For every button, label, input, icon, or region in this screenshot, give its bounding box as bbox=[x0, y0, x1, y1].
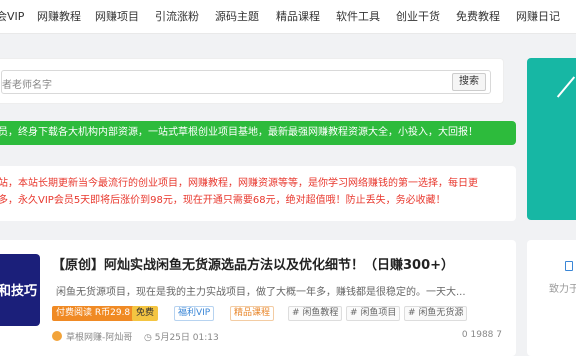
notice-line-1: 站，本站长期更新当今最流行的创业项目，网赚教程，网赚资源等等，是你学习网络赚钱的… bbox=[0, 178, 478, 189]
search-input[interactable]: 者老师名字 搜索 bbox=[1, 70, 491, 94]
slash-icon bbox=[556, 76, 576, 98]
nav-item-source[interactable]: 源码主题 bbox=[215, 10, 259, 24]
sidebar-text: 致力于 bbox=[549, 284, 576, 295]
free-tag: 免费 bbox=[132, 306, 159, 321]
post-date-text: 5月25日 01:13 bbox=[154, 333, 219, 343]
notice-line-2: 多，永久VIP会员5天即将后涨价到98元，现在开通只需要68元，绝对超值哦！防止… bbox=[0, 195, 446, 206]
author-avatar[interactable] bbox=[52, 331, 62, 341]
hashtag-2[interactable]: # 闲鱼项目 bbox=[346, 306, 401, 321]
clock-icon: ◷ bbox=[144, 333, 155, 343]
sidebar-card: 致力于 bbox=[527, 240, 576, 356]
thumbnail-text: 和技巧 bbox=[0, 284, 38, 299]
category-course-tag[interactable]: 精品课程 bbox=[230, 306, 275, 321]
post-date: ◷ 5月25日 01:13 bbox=[144, 330, 219, 343]
nav-item-startup[interactable]: 创业干货 bbox=[396, 10, 440, 24]
nav-item-traffic[interactable]: 引流涨粉 bbox=[155, 10, 199, 24]
category-vip-tag[interactable]: 福利VIP bbox=[174, 306, 215, 321]
notice-card: 站，本站长期更新当今最流行的创业项目，网赚教程，网赚资源等等，是你学习网络赚钱的… bbox=[0, 166, 516, 221]
post-meta: 草根网赚-阿灿哥 ◷ 5月25日 01:13 0 1988 7 bbox=[52, 330, 502, 344]
sidebar-feature-panel[interactable] bbox=[527, 58, 576, 220]
hashtag-1[interactable]: # 闲鱼教程 bbox=[288, 306, 343, 321]
search-card: 者老师名字 搜索 bbox=[0, 58, 504, 104]
nav-item-tutorials[interactable]: 网赚教程 bbox=[37, 10, 81, 24]
nav-item-courses[interactable]: 精品课程 bbox=[276, 10, 320, 24]
search-placeholder: 者老师名字 bbox=[2, 80, 52, 91]
search-button[interactable]: 搜索 bbox=[452, 73, 486, 91]
nav-item-free[interactable]: 免费教程 bbox=[456, 10, 500, 24]
price-tag: 付费阅读 R币29.8 bbox=[52, 306, 135, 321]
post-card[interactable]: 和技巧 【原创】阿灿实战闲鱼无货源选品方法以及优化细节！（日赚300+） 闲鱼无… bbox=[0, 240, 516, 356]
post-excerpt: 闲鱼无货源项目，现在是我的主力实战项目，做了大概一年多，赚钱都是很稳定的。一天大… bbox=[56, 287, 466, 298]
author-name[interactable]: 草根网赚-阿灿哥 bbox=[66, 330, 132, 343]
post-thumbnail[interactable]: 和技巧 bbox=[0, 254, 40, 326]
top-nav: 会VIP 网赚教程 网赚项目 引流涨粉 源码主题 精品课程 软件工具 创业干货 … bbox=[0, 0, 576, 34]
post-title[interactable]: 【原创】阿灿实战闲鱼无货源选品方法以及优化细节！（日赚300+） bbox=[52, 254, 454, 273]
nav-item-projects[interactable]: 网赚项目 bbox=[95, 10, 139, 24]
nav-item-vip[interactable]: 会VIP bbox=[0, 10, 24, 24]
document-icon bbox=[565, 261, 573, 271]
vip-promo-banner[interactable]: 员，终身下载各大机构内部资源，一站式草根创业项目基地，最新最强网赚教程资源大全，… bbox=[0, 121, 516, 145]
hashtag-3[interactable]: # 闲鱼无货源 bbox=[404, 306, 468, 321]
nav-item-tools[interactable]: 软件工具 bbox=[336, 10, 380, 24]
post-stats: 0 1988 7 bbox=[461, 330, 502, 340]
nav-item-diary[interactable]: 网赚日记 bbox=[516, 10, 560, 24]
